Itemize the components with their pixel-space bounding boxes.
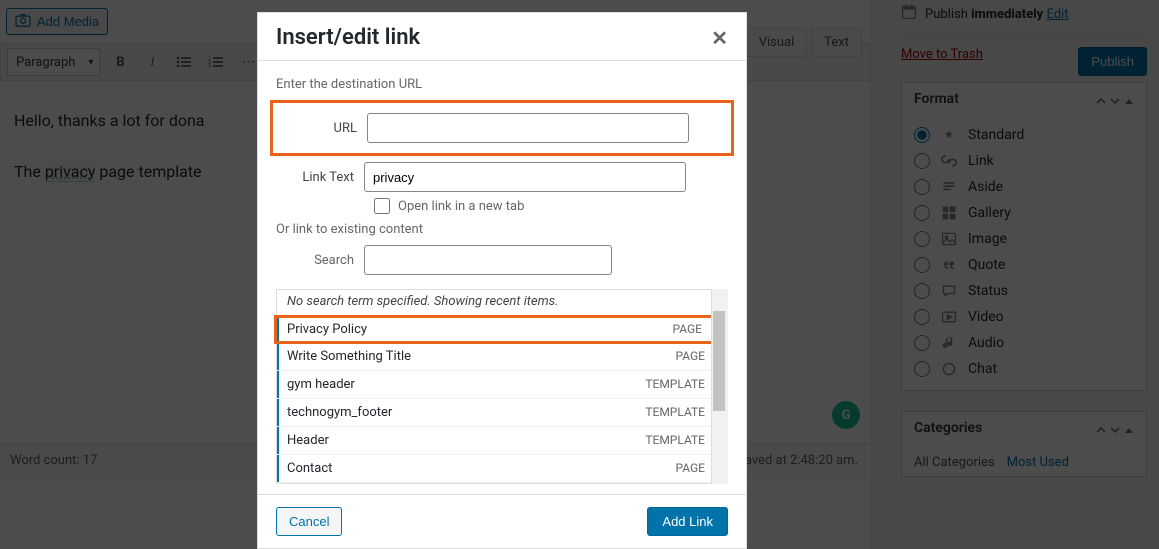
new-tab-label: Open link in a new tab: [398, 199, 524, 214]
result-item[interactable]: technogym_footer TEMPLATE: [277, 399, 727, 427]
url-highlight: URL: [270, 100, 734, 156]
modal-title: Insert/edit link: [276, 25, 420, 50]
close-icon[interactable]: ✕: [711, 26, 728, 50]
result-type: TEMPLATE: [645, 433, 705, 448]
linktext-label: Link Text: [276, 170, 364, 185]
result-item[interactable]: gym header TEMPLATE: [277, 371, 727, 399]
result-title: gym header: [287, 377, 355, 392]
add-link-button[interactable]: Add Link: [647, 507, 728, 536]
result-type: TEMPLATE: [645, 377, 705, 392]
new-tab-checkbox[interactable]: [374, 198, 390, 214]
result-title: Privacy Policy: [287, 322, 367, 337]
enter-dest-label: Enter the destination URL: [276, 77, 728, 92]
url-input[interactable]: [367, 113, 689, 143]
insert-link-modal: Insert/edit link ✕ Enter the destination…: [257, 12, 747, 549]
result-title: Write Something Title: [287, 349, 411, 364]
scrollbar[interactable]: [711, 289, 728, 484]
results-header: No search term specified. Showing recent…: [277, 290, 727, 315]
search-input[interactable]: [364, 245, 612, 275]
result-title: technogym_footer: [287, 405, 392, 420]
result-title: Contact: [287, 461, 332, 476]
result-type: PAGE: [675, 461, 705, 476]
or-link-label: Or link to existing content: [276, 222, 728, 237]
result-title: Header: [287, 433, 329, 448]
cancel-button[interactable]: Cancel: [276, 507, 342, 536]
search-label: Search: [276, 253, 364, 268]
results-list: No search term specified. Showing recent…: [276, 289, 728, 484]
result-item[interactable]: Write Something Title PAGE: [277, 343, 727, 371]
result-item[interactable]: Contact PAGE: [277, 455, 727, 483]
result-type: PAGE: [672, 322, 702, 337]
result-item[interactable]: Header TEMPLATE: [277, 427, 727, 455]
result-type: PAGE: [675, 349, 705, 364]
linktext-input[interactable]: [364, 162, 686, 192]
result-item[interactable]: Privacy Policy PAGE: [274, 315, 727, 344]
result-type: TEMPLATE: [645, 405, 705, 420]
url-label: URL: [279, 121, 367, 136]
